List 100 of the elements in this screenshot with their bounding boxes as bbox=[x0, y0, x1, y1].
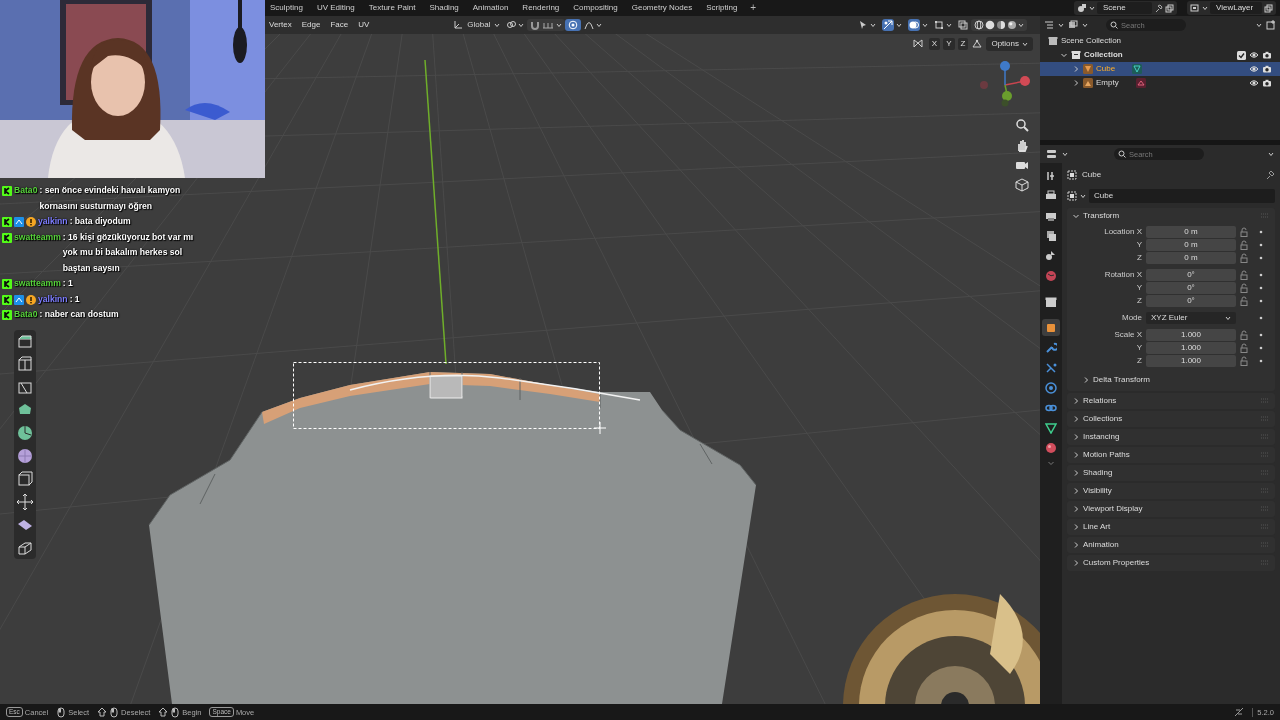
panel-header[interactable]: Line Art bbox=[1067, 518, 1275, 535]
keyframe-dot-icon[interactable] bbox=[1258, 242, 1264, 249]
properties-tab[interactable] bbox=[1042, 379, 1060, 396]
number-field[interactable]: 1.000 bbox=[1146, 355, 1236, 368]
cross-arrows-icon[interactable] bbox=[16, 493, 34, 511]
workspace-tab[interactable]: Shading bbox=[422, 3, 466, 13]
keyframe-dot-icon[interactable] bbox=[1258, 255, 1264, 262]
axis-toggle[interactable]: Y bbox=[943, 38, 955, 50]
object-name-field[interactable]: Cube bbox=[1089, 189, 1275, 203]
caret-icon[interactable] bbox=[1256, 22, 1262, 28]
orientation-dropdown[interactable]: Global bbox=[450, 19, 504, 31]
box-icon[interactable] bbox=[16, 470, 34, 488]
eye-icon[interactable] bbox=[1249, 65, 1259, 73]
panel-header[interactable]: Custom Properties bbox=[1067, 554, 1275, 571]
panel-header[interactable]: Animation bbox=[1067, 536, 1275, 553]
number-field[interactable]: 1.000 bbox=[1146, 342, 1236, 355]
chat-username[interactable]: swatteamm bbox=[14, 276, 61, 292]
pie-icon[interactable] bbox=[16, 424, 34, 442]
subpanel-header[interactable]: Delta Transform bbox=[1077, 371, 1275, 388]
lock-icon[interactable] bbox=[1240, 296, 1248, 307]
eye-icon[interactable] bbox=[1249, 51, 1259, 59]
properties-tab[interactable] bbox=[1042, 319, 1060, 336]
chat-username[interactable]: Bata0 bbox=[14, 307, 38, 323]
axis-toggle[interactable]: Z bbox=[957, 38, 969, 50]
view-layer-selector[interactable]: ViewLayer bbox=[1187, 1, 1276, 15]
outliner-item-label[interactable]: Empty bbox=[1096, 78, 1119, 88]
eye-icon[interactable] bbox=[1249, 79, 1259, 87]
workspace-tab[interactable]: Geometry Nodes bbox=[624, 3, 700, 13]
panel-header[interactable]: Instancing bbox=[1067, 428, 1275, 445]
panel-header[interactable]: Shading bbox=[1067, 464, 1275, 481]
proportional-toggle[interactable] bbox=[565, 19, 582, 31]
mesh-edit-icon[interactable] bbox=[971, 38, 984, 49]
panel-header[interactable]: Motion Paths bbox=[1067, 446, 1275, 463]
checkbox[interactable] bbox=[1237, 50, 1246, 60]
number-field[interactable]: 0 m bbox=[1146, 226, 1236, 239]
menu-item[interactable]: Vertex bbox=[264, 20, 297, 30]
filter-icon[interactable] bbox=[1068, 20, 1078, 30]
camera-icon[interactable] bbox=[1262, 79, 1272, 87]
frame-data-icon[interactable] bbox=[1135, 78, 1146, 88]
keyframe-dot-icon[interactable] bbox=[1258, 358, 1264, 365]
caret-icon[interactable] bbox=[1268, 151, 1274, 157]
axis-toggle[interactable]: X bbox=[928, 38, 941, 50]
outliner-row[interactable]: Empty bbox=[1040, 76, 1280, 90]
grid-icon[interactable] bbox=[1015, 178, 1029, 192]
number-field[interactable]: 1.000 bbox=[1146, 329, 1236, 342]
number-field[interactable]: 0 m bbox=[1146, 239, 1236, 252]
options-dropdown[interactable]: Options bbox=[986, 37, 1033, 51]
keyframe-dot-icon[interactable] bbox=[1258, 229, 1264, 236]
keyframe-dot-icon[interactable] bbox=[1258, 332, 1264, 339]
pin-icon[interactable] bbox=[1265, 170, 1275, 180]
chat-username[interactable]: swatteamm bbox=[14, 229, 61, 245]
outliner-item-label[interactable]: Scene Collection bbox=[1061, 36, 1122, 46]
zoom-icon[interactable] bbox=[1015, 118, 1029, 132]
number-field[interactable]: 0° bbox=[1146, 282, 1236, 295]
mode-dropdown[interactable]: XYZ Euler bbox=[1146, 312, 1236, 325]
keyframe-dot-icon[interactable] bbox=[1258, 298, 1264, 305]
panel-header[interactable]: Relations bbox=[1067, 392, 1275, 409]
box-outline-icon[interactable] bbox=[16, 539, 34, 557]
split-box-icon[interactable] bbox=[16, 355, 34, 373]
workspace-tab[interactable]: Compositing bbox=[566, 3, 625, 13]
keyframe-dot-icon[interactable] bbox=[1258, 345, 1264, 352]
camera-icon[interactable] bbox=[1262, 51, 1272, 59]
add-workspace-button[interactable]: + bbox=[744, 2, 763, 14]
panel-header[interactable]: Visibility bbox=[1067, 482, 1275, 499]
number-field[interactable]: 0 m bbox=[1146, 252, 1236, 265]
workspace-tab[interactable]: Sculpting bbox=[263, 3, 310, 13]
outliner-item-label[interactable]: Collection bbox=[1084, 50, 1123, 60]
triangle-data-icon[interactable] bbox=[1132, 64, 1143, 74]
chat-username[interactable]: Bata0 bbox=[14, 183, 38, 199]
lock-icon[interactable] bbox=[1240, 253, 1248, 264]
lock-icon[interactable] bbox=[1240, 356, 1248, 367]
snap-toggle[interactable] bbox=[527, 19, 566, 31]
lock-icon[interactable] bbox=[1240, 240, 1248, 251]
keyframe-dot-icon[interactable] bbox=[1258, 315, 1264, 322]
lock-icon[interactable] bbox=[1240, 343, 1248, 354]
editor-type-icon[interactable] bbox=[1046, 149, 1058, 159]
camera-icon[interactable] bbox=[1262, 65, 1272, 73]
keyframe-dot-icon[interactable] bbox=[1258, 285, 1264, 292]
object-icon[interactable] bbox=[1067, 190, 1077, 201]
extrude-box-icon[interactable] bbox=[16, 332, 34, 350]
list-icon[interactable] bbox=[1044, 20, 1054, 30]
panel-header[interactable]: Transform bbox=[1067, 207, 1275, 224]
workspace-tab[interactable]: Texture Paint bbox=[361, 3, 423, 13]
number-field[interactable]: 0° bbox=[1146, 295, 1236, 308]
menu-item[interactable]: Face bbox=[325, 20, 354, 30]
panel-header[interactable]: Collections bbox=[1067, 410, 1275, 427]
new-collection-icon[interactable] bbox=[1266, 20, 1276, 30]
number-field[interactable]: 0° bbox=[1146, 269, 1236, 282]
lock-icon[interactable] bbox=[1240, 283, 1248, 294]
keyframe-dot-icon[interactable] bbox=[1258, 272, 1264, 279]
menu-item[interactable]: Edge bbox=[296, 20, 326, 30]
menu-item[interactable]: UV bbox=[353, 20, 375, 30]
sphere-icon[interactable] bbox=[16, 447, 34, 465]
outliner-row[interactable]: Cube bbox=[1040, 62, 1280, 76]
lock-icon[interactable] bbox=[1240, 270, 1248, 281]
workspace-tab[interactable]: Animation bbox=[465, 3, 516, 13]
mesh-drawing[interactable] bbox=[148, 371, 757, 704]
scene-selector[interactable]: Scene bbox=[1074, 1, 1177, 15]
workspace-tab[interactable]: UV Editing bbox=[309, 3, 362, 13]
lock-icon[interactable] bbox=[1240, 330, 1248, 341]
